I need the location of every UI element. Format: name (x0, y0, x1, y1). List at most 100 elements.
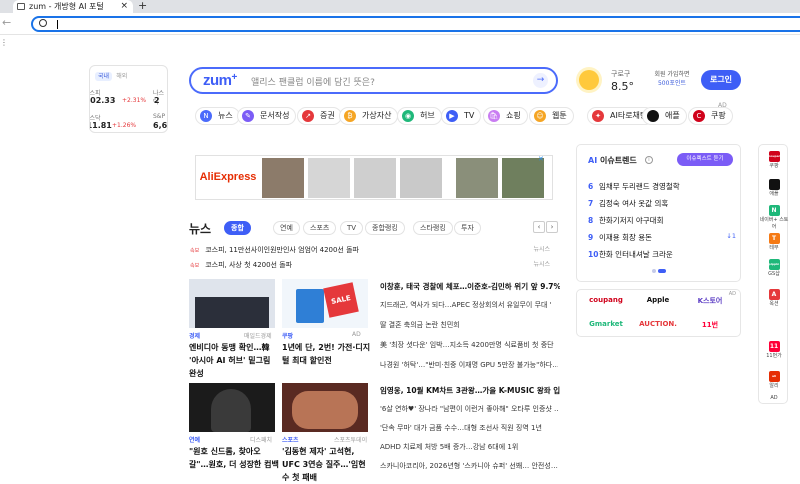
news-tab-1[interactable]: 연예 (273, 221, 300, 235)
shop-logo[interactable]: 11번 (685, 320, 735, 330)
news-list-item[interactable]: '단속 무마' 대가 금품 수수…대형 조선사 직원 징역 1년 (380, 423, 558, 433)
trend-item[interactable]: 6 임채무 두리랜드 경영철학 (588, 181, 736, 192)
news-list-item[interactable]: 지드래곤, 역사가 되다…APEC 정상회의서 유일무이 무대 ' (380, 300, 558, 310)
ad-banner[interactable]: AliExpress (195, 155, 553, 200)
news-headline[interactable]: 임영웅, 10월 KM차트 3관왕…가을 K-MUSIC 왕좌 입증 (380, 385, 560, 396)
shop-logo[interactable]: coupang (581, 296, 631, 304)
join-promo[interactable]: 회원 가입하면 500포인트 (648, 70, 696, 88)
news-tab-3[interactable]: TV (340, 221, 364, 235)
info-icon[interactable]: i (645, 156, 653, 164)
news-prev-button[interactable]: ‹ (533, 221, 545, 233)
shortcut-icon: ✎ (242, 110, 254, 122)
rail-item[interactable]: T 테무 (759, 233, 789, 252)
news-list-item[interactable]: 스카니아코리아, 2026년형 '스카니아 슈퍼' 선봬… 안전성… (380, 461, 558, 471)
breaking-news-item[interactable]: 속보 코스피, 11만선사이인원만인사 엄엄어 4200선 돌파 뉴시스 (190, 243, 558, 257)
search-submit-icon[interactable]: → (533, 73, 548, 88)
news-card-image[interactable]: SALE (282, 279, 368, 328)
news-list-item[interactable]: '6살 연하♥' 장나라 "남편이 이런거 좋아해" 오타루 인증샷 … (380, 404, 558, 414)
news-tab-6[interactable]: 투자 (454, 221, 481, 235)
stock-tab-domestic[interactable]: 국내 (95, 72, 113, 81)
trend-text: 이재용 회장 용돈 (599, 233, 653, 242)
browser-tab-bar: zum - 개방형 AI 포털 × + (0, 0, 800, 13)
news-card-headline[interactable]: "원호 신드롬, 찾아오갈"…원호, 더 성장한 컴백 (189, 445, 279, 471)
stock-tab-overseas[interactable]: 해외 (116, 73, 127, 80)
news-card-image[interactable] (189, 383, 275, 432)
news-tab-0[interactable]: 종합 (224, 221, 251, 235)
address-bar[interactable] (31, 16, 800, 32)
news-list-item[interactable]: 딸 결혼 축의금 논란 친민희 (380, 320, 558, 330)
shortcut-2[interactable]: ↗ 증권 (297, 107, 342, 125)
shortcut-6[interactable]: 🛍 쇼핑 (483, 107, 528, 125)
new-tab-button[interactable]: + (138, 0, 147, 12)
shortcut-5[interactable]: ▶ TV (441, 107, 482, 125)
rail-item[interactable]: coupang 쿠팡 (759, 151, 789, 170)
news-headline[interactable]: 이창훈, 태국 경찰에 체포…이준호-김민하 위기 앞 9.7% 돌파 (380, 281, 560, 292)
rail-item[interactable]: 11 11번가 (759, 341, 789, 360)
news-next-button[interactable]: › (546, 221, 558, 233)
news-list-item[interactable]: ADHD 치료제 처방 5배 증가…강남 6대에 1위 (380, 442, 558, 452)
shop-logo[interactable]: Apple (633, 296, 683, 304)
trend-item[interactable]: 8 한화기저지 야구대회 (588, 215, 736, 226)
shortcut-4[interactable]: ◉ 허브 (397, 107, 442, 125)
shortcut-10[interactable]: C 쿠팡 (688, 107, 733, 125)
news-tab-5[interactable]: 스타랭킹 (413, 221, 453, 235)
product-image[interactable] (502, 158, 544, 198)
product-image[interactable] (400, 158, 442, 198)
login-button[interactable]: 로그인 (701, 70, 741, 90)
trend-item[interactable]: 9 이재용 회장 용돈 ↓1 (588, 232, 736, 243)
shortcut-9[interactable]: 애플 (642, 107, 687, 125)
rail-item[interactable]: ali 알리 (759, 371, 789, 390)
shop-logo[interactable]: Gmarket (581, 320, 631, 328)
rail-logo-icon: coupang (768, 151, 783, 162)
news-tab-2[interactable]: 스포츠 (303, 221, 337, 235)
trend-listen-button[interactable]: 이슈렉스트 듣기 (677, 153, 733, 166)
stock-change: +2.31% (122, 97, 147, 104)
news-tab-4[interactable]: 종합랭킹 (365, 221, 405, 235)
shortcut-label: 애플 (665, 111, 680, 120)
news-card-image[interactable] (282, 383, 368, 432)
rail-item[interactable]: pippin GS샵 (759, 259, 789, 278)
shortcut-label: 증권 (320, 111, 335, 120)
shortcut-1[interactable]: ✎ 문서작성 (237, 107, 297, 125)
stock-widget[interactable]: 국내 해외 코스피 4202.33 +2.31% 나스닥 2 코스닥 911.8… (89, 65, 168, 133)
product-image[interactable] (456, 158, 498, 198)
news-list-item[interactable]: 나경원 '허탁'…"반미·친중 이재명 GPU 5만장 불가능"하다… (380, 360, 558, 370)
search-box[interactable]: zum+ 앨리스 팬클럽 이름에 담긴 뜻은? → (189, 67, 558, 94)
shortcut-7[interactable]: ☺ 웹툰 (529, 107, 574, 125)
side-panel-button[interactable]: ⋮ (0, 38, 8, 47)
rail-item[interactable]: 애플 (759, 179, 789, 198)
carousel-dot[interactable] (652, 269, 656, 273)
back-arrow-icon[interactable]: ← (2, 16, 11, 29)
news-card-image[interactable] (189, 279, 275, 328)
rail-label: 애플 (769, 191, 779, 197)
news-card-headline[interactable]: 1년에 단, 2번! 가전·디지털 최대 할인전 (282, 341, 372, 367)
shortcut-3[interactable]: ₿ 가상자산 (339, 107, 399, 125)
rail-logo-icon: N (768, 205, 780, 216)
trend-rank: 9 (588, 233, 594, 242)
news-card-headline[interactable]: 엔비디아 동맹 확인…韓 '아시아 AI 허브' 밑그림 완성 (189, 341, 279, 380)
shop-logo[interactable]: AUCTION. (633, 320, 683, 328)
shop-logo[interactable]: K스토어 (685, 296, 735, 306)
weather-location: 구로구 (611, 70, 631, 78)
product-image[interactable] (354, 158, 396, 198)
search-input[interactable]: 앨리스 팬클럽 이름에 담긴 뜻은? (251, 75, 375, 88)
rail-logo-icon: A (768, 289, 780, 300)
news-card-headline[interactable]: '김동현 제자' 고석현, UFC 3연승 질주…'임현수 첫 패배 (282, 445, 372, 484)
rail-label: GS샵 (768, 271, 780, 277)
news-list-item[interactable]: 美 '최장 셧다운' 임박…지소득 4200만명 식료품비 첫 중단 (380, 340, 558, 350)
product-image[interactable] (308, 158, 350, 198)
tab-close-icon[interactable]: × (120, 0, 128, 13)
rail-item[interactable]: N 네이버+ 스토어 (759, 205, 789, 231)
browser-tab[interactable]: zum - 개방형 AI 포털 × (13, 0, 133, 13)
trend-move: ↓1 (726, 232, 736, 240)
shortcut-0[interactable]: N 뉴스 (195, 107, 240, 125)
trend-item[interactable]: 10한화 인터내셔날 크라운 (588, 249, 736, 260)
trend-item[interactable]: 7 김정숙 여사 옷값 의혹 (588, 198, 736, 209)
carousel-dot-active[interactable] (658, 269, 666, 273)
breaking-news-item[interactable]: 속보 코스피, 사상 첫 4200선 돌파 뉴시스 (190, 258, 558, 272)
rail-item[interactable]: A 옥션 (759, 289, 789, 308)
shortcut-label: 문서작성 (260, 111, 290, 120)
product-image[interactable] (262, 158, 304, 198)
ad-close-icon[interactable]: ✕ (538, 155, 544, 163)
shortcut-label: 웹툰 (552, 111, 567, 120)
